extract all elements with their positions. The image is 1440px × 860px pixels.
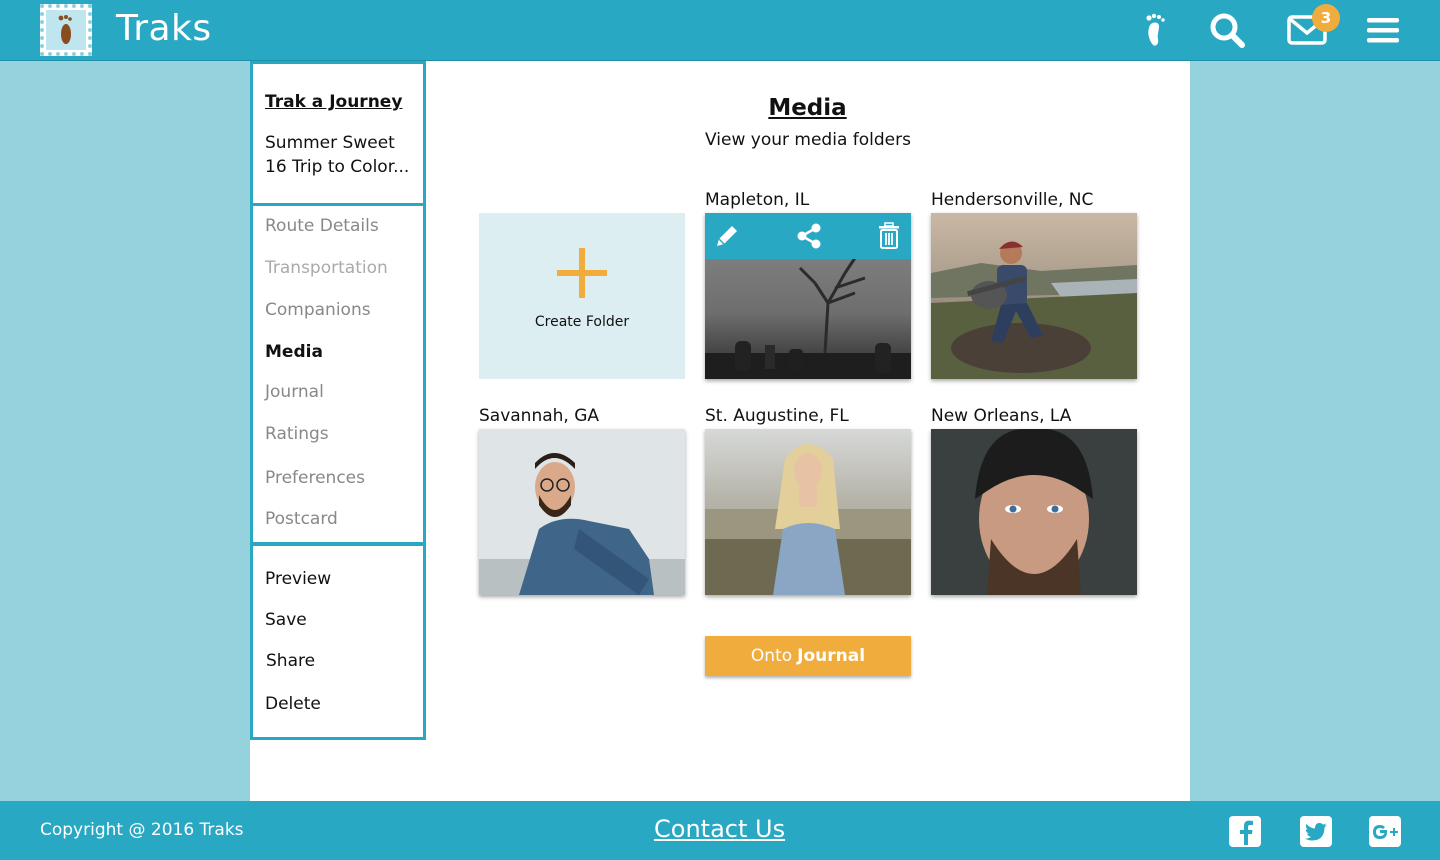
copyright-text: Copyright @ 2016 Traks (40, 820, 244, 840)
folder-thumb-mapleton[interactable] (705, 213, 911, 379)
preview-button[interactable]: Preview (265, 569, 331, 589)
man-in-beanie-image (931, 429, 1137, 595)
onto-journal-button[interactable]: Onto Journal (705, 636, 911, 676)
trip-name: Summer Sweet 16 Trip to Color... (265, 133, 410, 177)
sidebar-item-transportation[interactable]: Transportation (265, 258, 388, 278)
share-button[interactable]: Share (266, 651, 315, 671)
facebook-icon[interactable] (1229, 816, 1261, 847)
share-icon[interactable] (793, 221, 825, 251)
sidebar-item-ratings[interactable]: Ratings (265, 424, 329, 444)
sidebar-journey-box: Trak a Journey Summer Sweet 16 Trip to C… (250, 61, 426, 206)
folder-label-savannah: Savannah, GA (479, 406, 600, 426)
trash-icon[interactable] (873, 221, 905, 251)
cta-bold: Journal (797, 646, 866, 666)
page-subtitle: View your media folders (705, 130, 911, 150)
page-title: Media (768, 95, 847, 121)
folder-actions-overlay (705, 213, 911, 259)
folder-thumb-savannah[interactable] (479, 429, 685, 595)
menu-icon[interactable] (1361, 10, 1405, 50)
guitarist-image (931, 213, 1137, 379)
sidebar-item-media[interactable]: Media (265, 342, 323, 362)
footer: Copyright @ 2016 Traks Contact Us (0, 801, 1440, 860)
plus-icon (557, 248, 607, 302)
create-folder-button[interactable]: Create Folder (479, 213, 685, 379)
sidebar-item-companions[interactable]: Companions (265, 300, 371, 320)
folder-label-hendersonville: Hendersonville, NC (931, 190, 1094, 210)
twitter-icon[interactable] (1300, 816, 1332, 847)
folder-thumb-new-orleans[interactable] (931, 429, 1137, 595)
footprint-icon[interactable] (1133, 10, 1177, 50)
folder-label-new-orleans: New Orleans, LA (931, 406, 1072, 426)
save-button[interactable]: Save (265, 610, 307, 630)
sidebar-item-postcard[interactable]: Postcard (265, 509, 338, 529)
sidebar-section-title[interactable]: Trak a Journey (265, 92, 402, 112)
sidebar-item-route-details[interactable]: Route Details (265, 216, 379, 236)
google-plus-icon[interactable] (1369, 816, 1401, 847)
search-icon[interactable] (1205, 10, 1249, 50)
folder-thumb-hendersonville[interactable] (931, 213, 1137, 379)
contact-us-link[interactable]: Contact Us (654, 815, 785, 843)
edit-icon[interactable] (711, 221, 743, 251)
create-folder-label: Create Folder (534, 314, 630, 330)
brand-name[interactable]: Traks (116, 8, 212, 49)
folder-label-mapleton: Mapleton, IL (705, 190, 810, 210)
sidebar-item-journal[interactable]: Journal (265, 382, 324, 402)
woman-portrait-image (705, 429, 911, 595)
cta-prefix: Onto (750, 646, 793, 666)
logo[interactable] (40, 4, 92, 56)
delete-button[interactable]: Delete (265, 694, 321, 714)
top-header: Traks 3 (0, 0, 1440, 61)
notification-badge[interactable]: 3 (1312, 4, 1340, 32)
folder-thumb-st-augustine[interactable] (705, 429, 911, 595)
footprint-logo-icon (46, 10, 86, 50)
sidebar-item-preferences[interactable]: Preferences (265, 468, 365, 488)
folder-label-st-augustine: St. Augustine, FL (705, 406, 849, 426)
sidebar-actions: Preview Save Share Delete (250, 543, 426, 740)
man-with-glasses-image (479, 429, 685, 595)
sidebar-nav: Route Details Transportation Companions … (250, 203, 426, 545)
